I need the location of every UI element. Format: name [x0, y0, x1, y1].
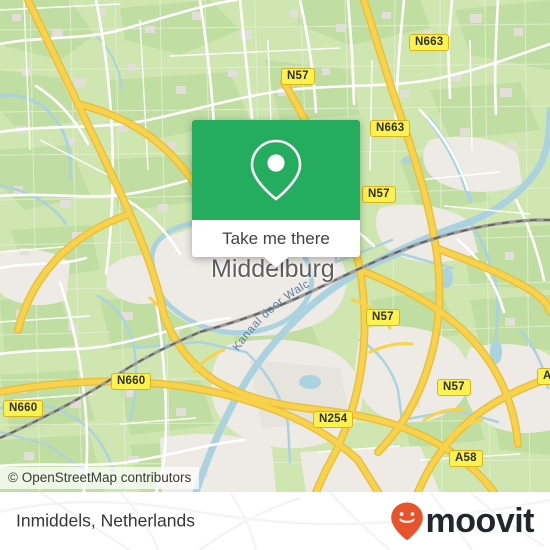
- take-me-there-button[interactable]: Take me there: [192, 220, 360, 257]
- road-shield-n57-upper[interactable]: N57: [362, 186, 396, 203]
- take-me-there-label: Take me there: [222, 228, 330, 248]
- map-canvas[interactable]: Kanaal door Walcheren Middelburg N663 N5…: [0, 0, 550, 492]
- destination-popup-card[interactable]: Take me there: [192, 120, 360, 268]
- moovit-map-screenshot: Kanaal door Walcheren Middelburg N663 N5…: [0, 0, 550, 550]
- road-shield-n660-west[interactable]: N660: [3, 400, 44, 417]
- moovit-smiley-pin-icon: [390, 502, 423, 540]
- road-shield-n254[interactable]: N254: [313, 411, 354, 428]
- road-shield-n663-north[interactable]: N663: [409, 34, 450, 51]
- road-shield-n57-south[interactable]: N57: [437, 379, 471, 396]
- road-shield-n57-center[interactable]: N57: [366, 309, 400, 326]
- road-shield-a58[interactable]: A58: [449, 450, 483, 467]
- popup-pin-area: [192, 120, 360, 220]
- footer-place-name: Inmiddels, Netherlands: [16, 510, 195, 531]
- footer-bar: Inmiddels, Netherlands moovit: [0, 492, 550, 550]
- popup-pointer: [264, 257, 288, 268]
- road-shield-n660-east[interactable]: N660: [111, 373, 152, 390]
- moovit-logo[interactable]: moovit: [390, 501, 535, 541]
- road-shield-a5-clipped[interactable]: A5: [537, 368, 550, 385]
- map-pin-icon: [250, 139, 302, 201]
- osm-attribution[interactable]: © OpenStreetMap contributors: [0, 467, 200, 489]
- road-shield-n663-mid[interactable]: N663: [370, 120, 411, 137]
- road-shield-n57-north[interactable]: N57: [281, 68, 315, 85]
- moovit-wordmark: moovit: [425, 502, 535, 540]
